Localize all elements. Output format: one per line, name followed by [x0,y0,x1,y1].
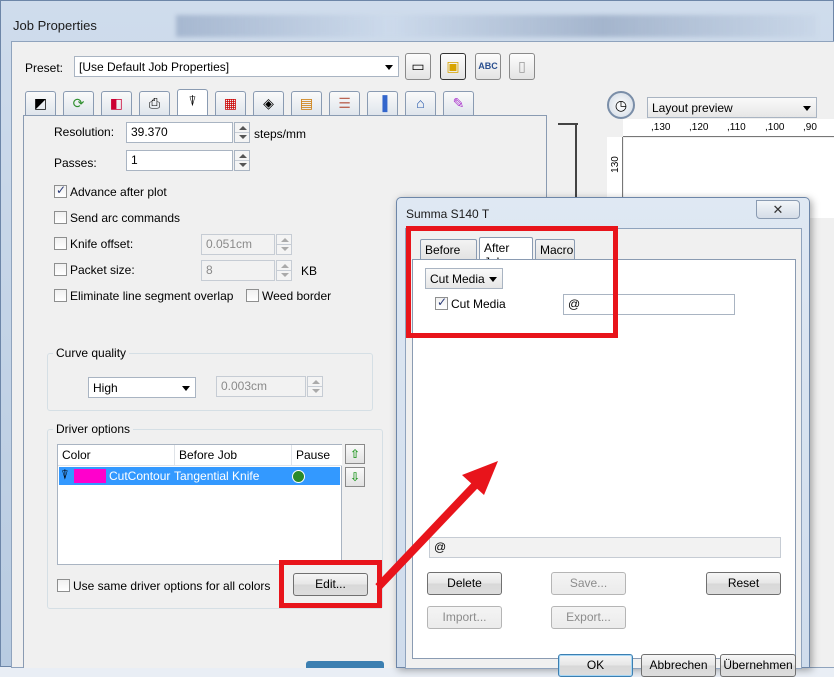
annotation-arrow [375,461,498,590]
job-properties-window: Job Properties Preset: [Use Default Job … [0,0,834,677]
